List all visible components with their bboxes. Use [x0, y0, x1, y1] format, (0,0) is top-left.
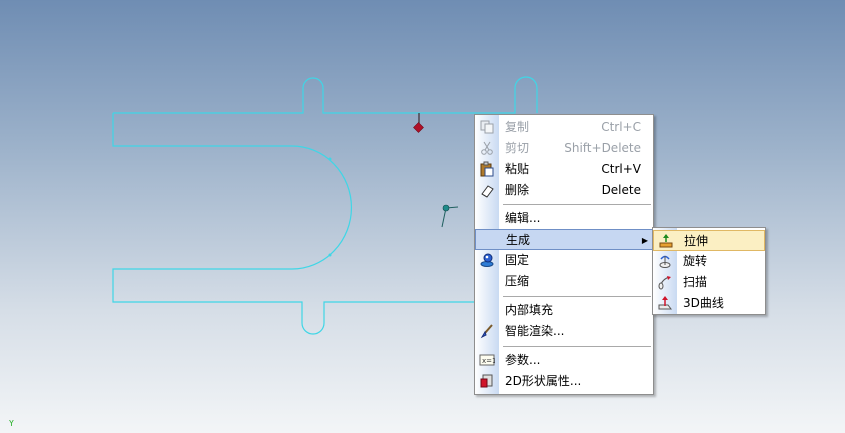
pin-icon — [479, 252, 495, 268]
menu-item-parameters[interactable]: x=1 参数... — [475, 350, 653, 371]
menu-item-copy[interactable]: 复制 Ctrl+C — [475, 117, 653, 138]
submenu-item-extrude[interactable]: 拉伸 — [653, 230, 765, 251]
sweep-icon — [657, 274, 673, 290]
menu-separator — [503, 296, 651, 297]
submenu-arrow-icon: ▶ — [641, 236, 648, 245]
parameter-icon: x=1 — [479, 352, 496, 368]
shape-properties-icon — [479, 373, 495, 389]
submenu-item-3d-curve[interactable]: 3D曲线 — [653, 293, 765, 314]
context-menu[interactable]: 复制 Ctrl+C 剪切 Shift+Delete 粘贴 Ctrl+V 删除 D… — [474, 114, 654, 395]
menu-item-compress[interactable]: 压缩 — [475, 271, 653, 292]
generate-submenu[interactable]: 拉伸 旋转 扫描 3D曲线 — [652, 227, 766, 315]
copy-icon — [479, 119, 495, 135]
svg-text:x=1: x=1 — [482, 357, 495, 365]
menu-item-delete[interactable]: 删除 Delete — [475, 180, 653, 201]
3d-curve-icon — [657, 295, 673, 311]
profile-vertex[interactable] — [328, 253, 332, 257]
menu-item-fix[interactable]: 固定 — [475, 250, 653, 271]
submenu-item-revolve[interactable]: 旋转 — [653, 251, 765, 272]
revolve-icon — [657, 253, 673, 269]
profile-vertex[interactable] — [328, 157, 332, 161]
menu-item-fill-interior[interactable]: 内部填充 — [475, 300, 653, 321]
paintbrush-icon — [479, 323, 495, 339]
menu-item-generate[interactable]: 生成 ▶ — [475, 229, 653, 250]
menu-item-edit[interactable]: 编辑... — [475, 208, 653, 229]
menu-separator — [503, 204, 651, 205]
pivot-handle-icon[interactable] — [442, 204, 450, 212]
menu-item-cut[interactable]: 剪切 Shift+Delete — [475, 138, 653, 159]
menu-item-2d-shape-properties[interactable]: 2D形状属性... — [475, 371, 653, 392]
sketch-profile-inner[interactable] — [112, 113, 476, 335]
menu-separator — [503, 346, 651, 347]
paste-icon — [479, 161, 495, 177]
menu-item-smart-render[interactable]: 智能渲染... — [475, 321, 653, 342]
eraser-icon — [479, 182, 495, 198]
extrude-icon — [658, 233, 674, 249]
anchor-diamond-icon[interactable] — [413, 122, 424, 133]
sketch-canvas[interactable] — [0, 0, 845, 433]
axis-label-y: Y — [9, 419, 14, 428]
3d-viewport[interactable]: Y — [0, 0, 845, 433]
scissors-icon — [479, 140, 495, 156]
submenu-item-sweep[interactable]: 扫描 — [653, 272, 765, 293]
menu-item-paste[interactable]: 粘贴 Ctrl+V — [475, 159, 653, 180]
sketch-profile[interactable] — [113, 76, 538, 114]
